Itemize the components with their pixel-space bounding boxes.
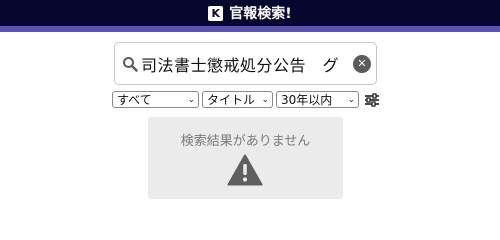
app-header: K 官報検索! bbox=[0, 0, 500, 26]
close-icon[interactable]: ✕ bbox=[353, 54, 371, 73]
field-select[interactable]: タイトル ⌄ bbox=[202, 91, 273, 108]
chevron-down-icon: ⌄ bbox=[261, 94, 269, 105]
period-select[interactable]: 30年以内 ⌄ bbox=[276, 91, 359, 108]
chevron-down-icon: ⌄ bbox=[347, 94, 355, 105]
search-box[interactable]: 司法書士懲戒処分公告 グ ✕ bbox=[114, 42, 377, 85]
warning-icon bbox=[227, 154, 263, 186]
header-accent-bar bbox=[0, 26, 500, 32]
empty-results-message: 検索結果がありません bbox=[180, 134, 311, 149]
filter-bar: すべて ⌄ タイトル ⌄ 30年以内 ⌄ bbox=[112, 91, 380, 108]
scope-select-value: すべて bbox=[117, 93, 152, 107]
period-select-value: 30年以内 bbox=[281, 93, 333, 107]
empty-results-card: 検索結果がありません bbox=[148, 117, 343, 199]
chevron-down-icon: ⌄ bbox=[187, 94, 195, 105]
app-title[interactable]: 官報検索! bbox=[229, 3, 291, 23]
sliders-icon[interactable] bbox=[364, 92, 380, 108]
search-input[interactable]: 司法書士懲戒処分公告 グ bbox=[141, 52, 353, 76]
scope-select[interactable]: すべて ⌄ bbox=[112, 91, 199, 108]
search-icon bbox=[119, 56, 141, 72]
app-logo[interactable]: K bbox=[208, 5, 224, 21]
field-select-value: タイトル bbox=[207, 93, 256, 107]
